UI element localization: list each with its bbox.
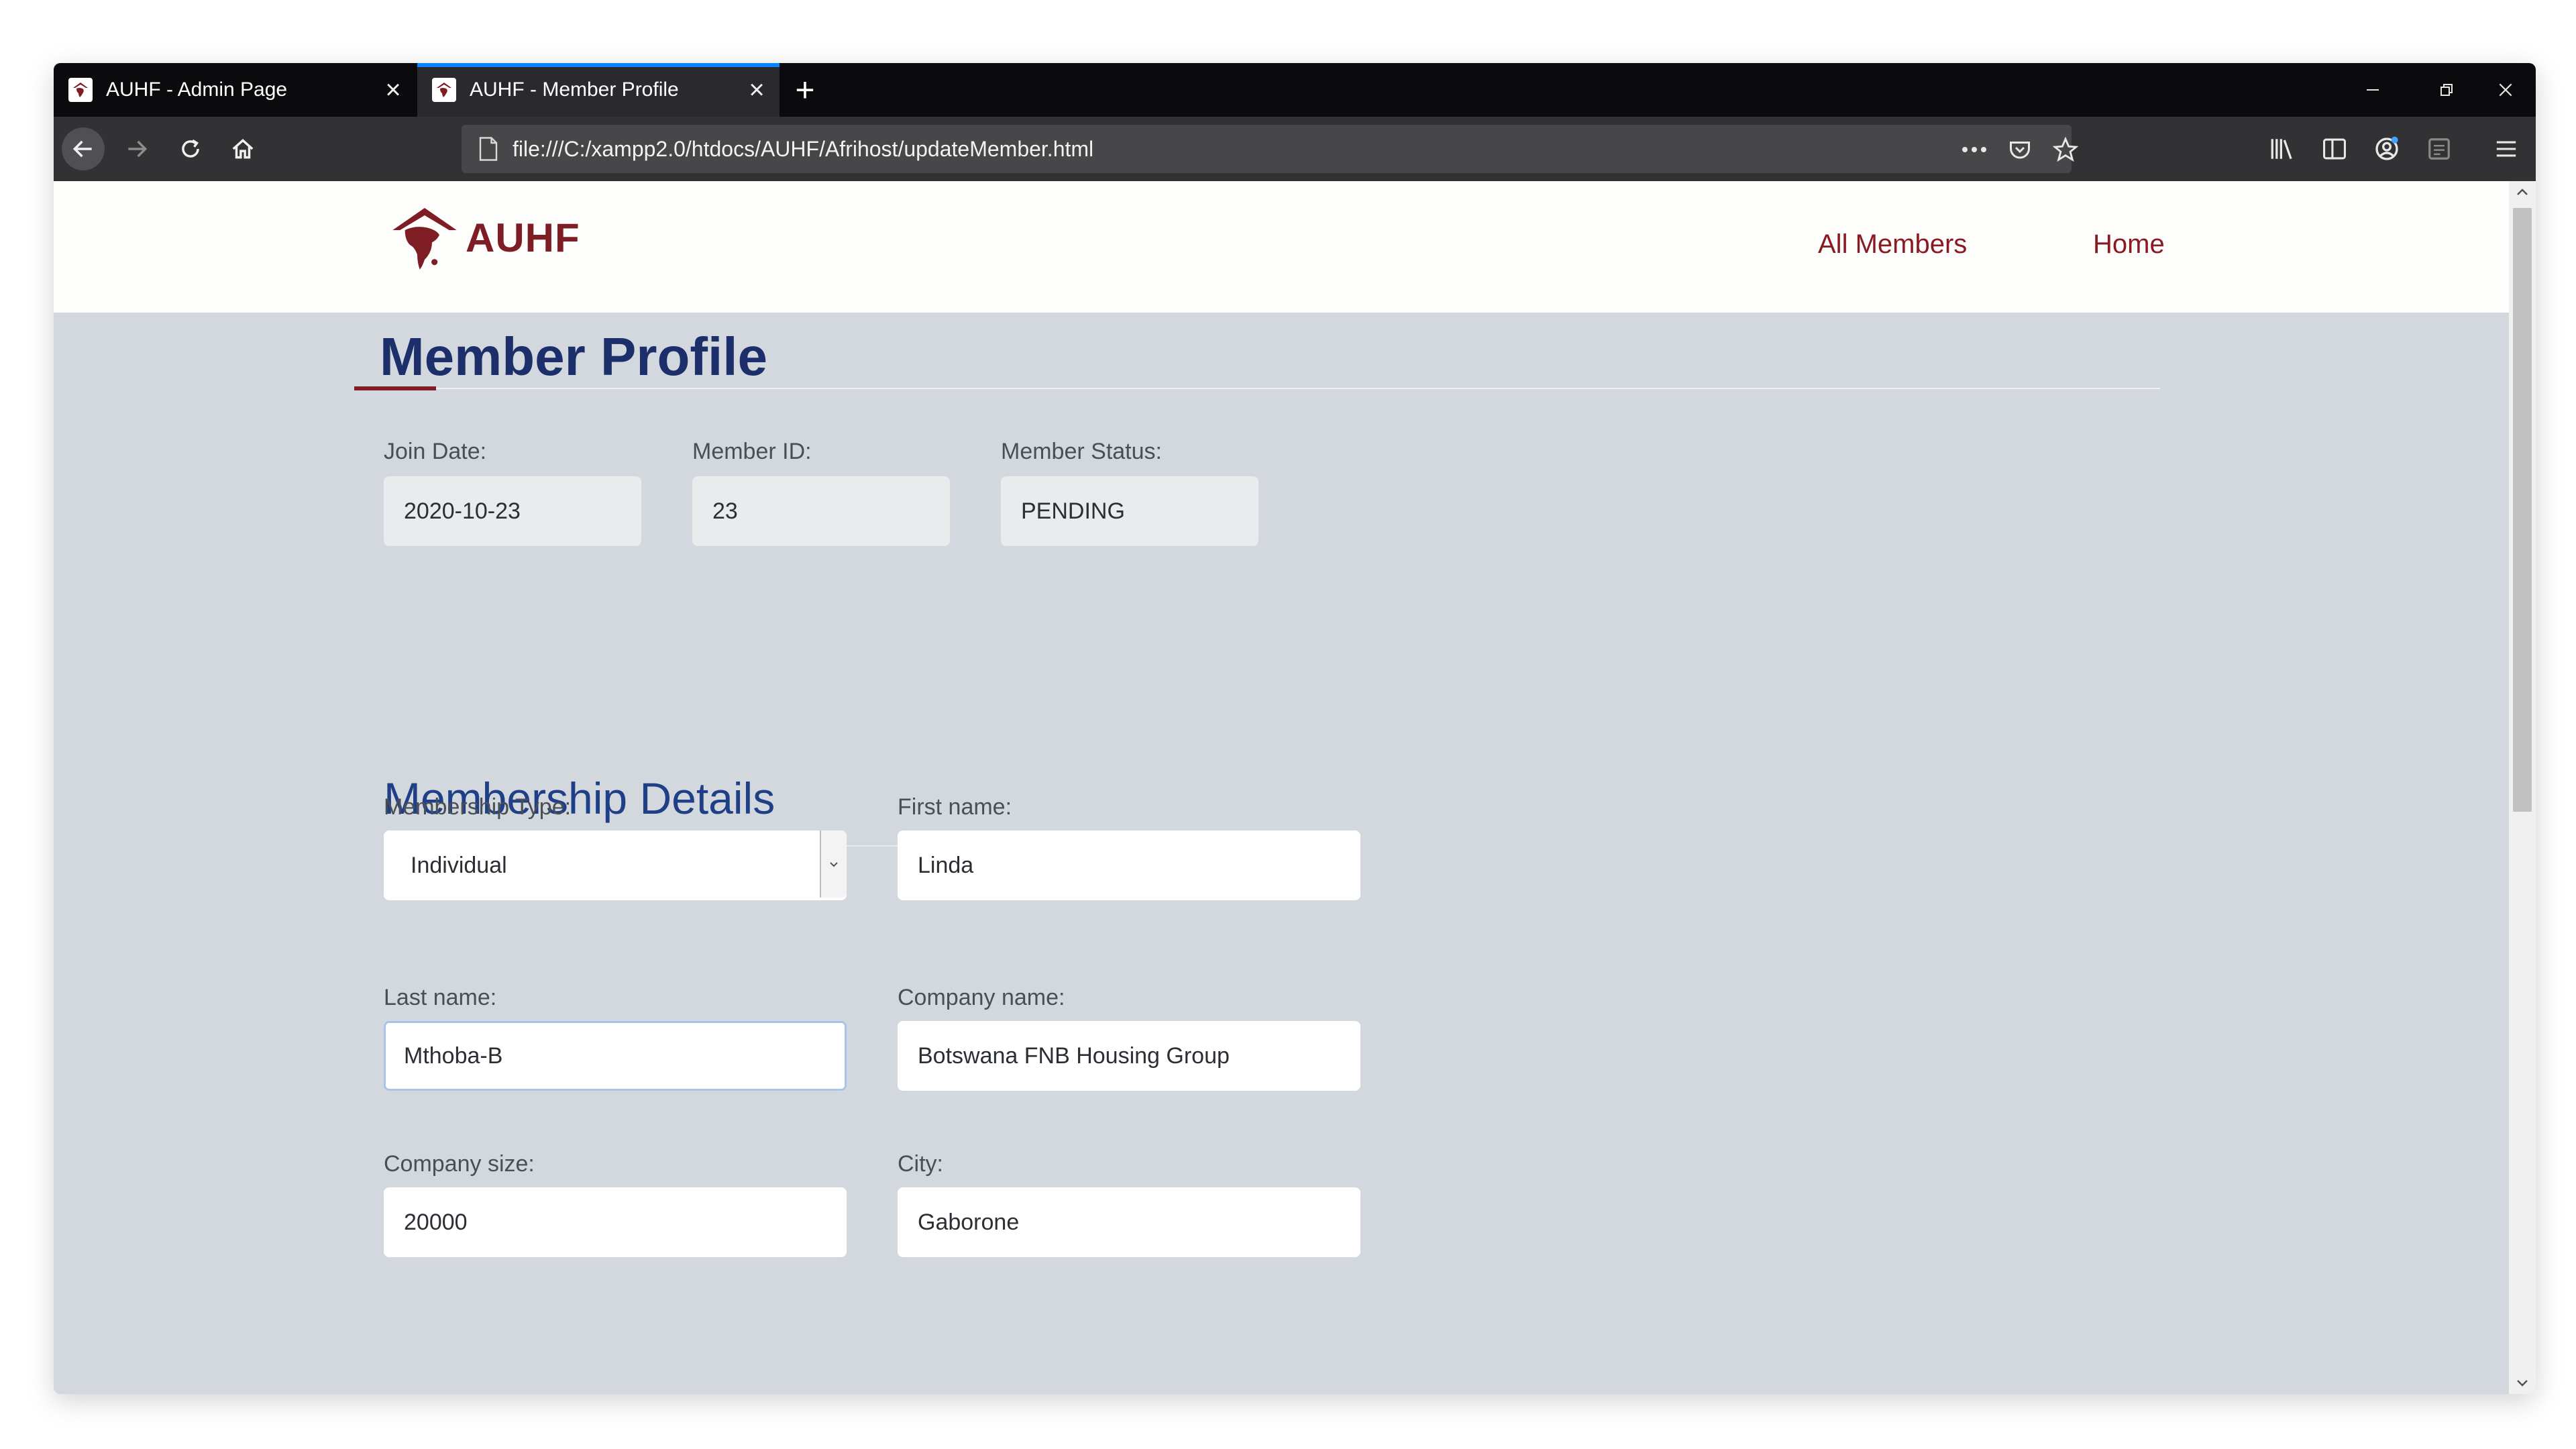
- nav-link-home[interactable]: Home: [2093, 229, 2165, 260]
- site-header: AUHF All Members Home: [54, 181, 2509, 313]
- join-date-label: Join Date:: [384, 439, 487, 464]
- africa-house-logo-icon: [392, 208, 457, 270]
- company-name-label: Company name:: [898, 985, 1065, 1010]
- forward-button[interactable]: [114, 126, 160, 172]
- url-text: file:///C:/xampp2.0/htdocs/AUHF/Afrihost…: [513, 136, 1094, 161]
- member-id-label: Member ID:: [692, 439, 812, 464]
- membership-type-label: Membership Type:: [384, 794, 572, 820]
- title-divider: [354, 388, 2160, 389]
- account-icon[interactable]: [2364, 126, 2410, 172]
- member-status-label: Member Status:: [1001, 439, 1162, 464]
- page-title: Member Profile: [380, 327, 767, 386]
- browser-window: AUHF - Admin Page × AUHF - Member Profil…: [54, 63, 2536, 1394]
- menu-icon[interactable]: [2483, 126, 2529, 172]
- page-viewport: AUHF All Members Home Member Profile Joi…: [54, 181, 2509, 1394]
- extension-icon[interactable]: [2416, 126, 2462, 172]
- browser-toolbar: file:///C:/xampp2.0/htdocs/AUHF/Afrihost…: [54, 117, 2536, 181]
- title-accent-bar: [354, 386, 436, 390]
- auhf-favicon-icon: [68, 78, 93, 102]
- new-tab-button[interactable]: +: [785, 70, 825, 110]
- last-name-label: Last name:: [384, 985, 497, 1010]
- scrollbar-thumb[interactable]: [2513, 208, 2532, 812]
- tab-admin-page[interactable]: AUHF - Admin Page ×: [54, 63, 416, 117]
- reload-button[interactable]: [168, 126, 213, 172]
- first-name-input[interactable]: Linda: [898, 830, 1360, 900]
- window-close-icon[interactable]: [2475, 70, 2536, 110]
- logo-text: AUHF: [466, 215, 580, 260]
- company-size-input[interactable]: 20000: [384, 1187, 847, 1257]
- address-bar[interactable]: file:///C:/xampp2.0/htdocs/AUHF/Afrihost…: [462, 125, 2078, 173]
- page-icon: [479, 137, 498, 161]
- city-input[interactable]: Gaborone: [898, 1187, 1360, 1257]
- close-icon[interactable]: ×: [380, 76, 407, 103]
- arrow-right-icon: [128, 140, 148, 158]
- close-icon[interactable]: ×: [743, 76, 770, 103]
- page-scrollbar[interactable]: [2509, 181, 2536, 1394]
- last-name-input[interactable]: Mthoba-B: [384, 1021, 847, 1091]
- restore-icon[interactable]: [2416, 70, 2477, 110]
- chevron-down-icon[interactable]: [820, 830, 847, 898]
- site-logo[interactable]: AUHF: [388, 197, 589, 278]
- scroll-up-icon[interactable]: [2514, 184, 2530, 200]
- tab-strip: AUHF - Admin Page × AUHF - Member Profil…: [54, 63, 2536, 117]
- scroll-down-icon[interactable]: [2514, 1375, 2530, 1391]
- member-id-field: 23: [692, 476, 950, 546]
- back-button[interactable]: [62, 127, 105, 170]
- membership-type-value: Individual: [411, 852, 507, 878]
- sidebar-icon[interactable]: [2312, 126, 2357, 172]
- more-actions-icon[interactable]: [1957, 133, 1991, 166]
- city-label: City:: [898, 1151, 943, 1177]
- join-date-field: 2020-10-23: [384, 476, 641, 546]
- tab-member-profile[interactable]: AUHF - Member Profile ×: [417, 63, 780, 117]
- company-size-label: Company size:: [384, 1151, 535, 1177]
- nav-link-all-members[interactable]: All Members: [1818, 229, 1967, 260]
- auhf-favicon-icon: [432, 78, 456, 102]
- company-name-input[interactable]: Botswana FNB Housing Group: [898, 1021, 1360, 1091]
- membership-type-select[interactable]: Individual: [384, 830, 847, 900]
- tab-title: AUHF - Admin Page: [106, 78, 288, 101]
- home-button[interactable]: [220, 126, 266, 172]
- member-status-field: PENDING: [1001, 476, 1258, 546]
- tab-title: AUHF - Member Profile: [470, 78, 679, 101]
- home-icon: [232, 139, 254, 159]
- library-icon[interactable]: [2259, 126, 2305, 172]
- pocket-icon[interactable]: [2003, 133, 2037, 166]
- bookmark-star-icon[interactable]: [2049, 133, 2082, 166]
- reload-icon: [182, 139, 199, 158]
- arrow-left-icon: [72, 140, 92, 158]
- minimize-icon[interactable]: [2343, 70, 2403, 110]
- first-name-label: First name:: [898, 794, 1012, 820]
